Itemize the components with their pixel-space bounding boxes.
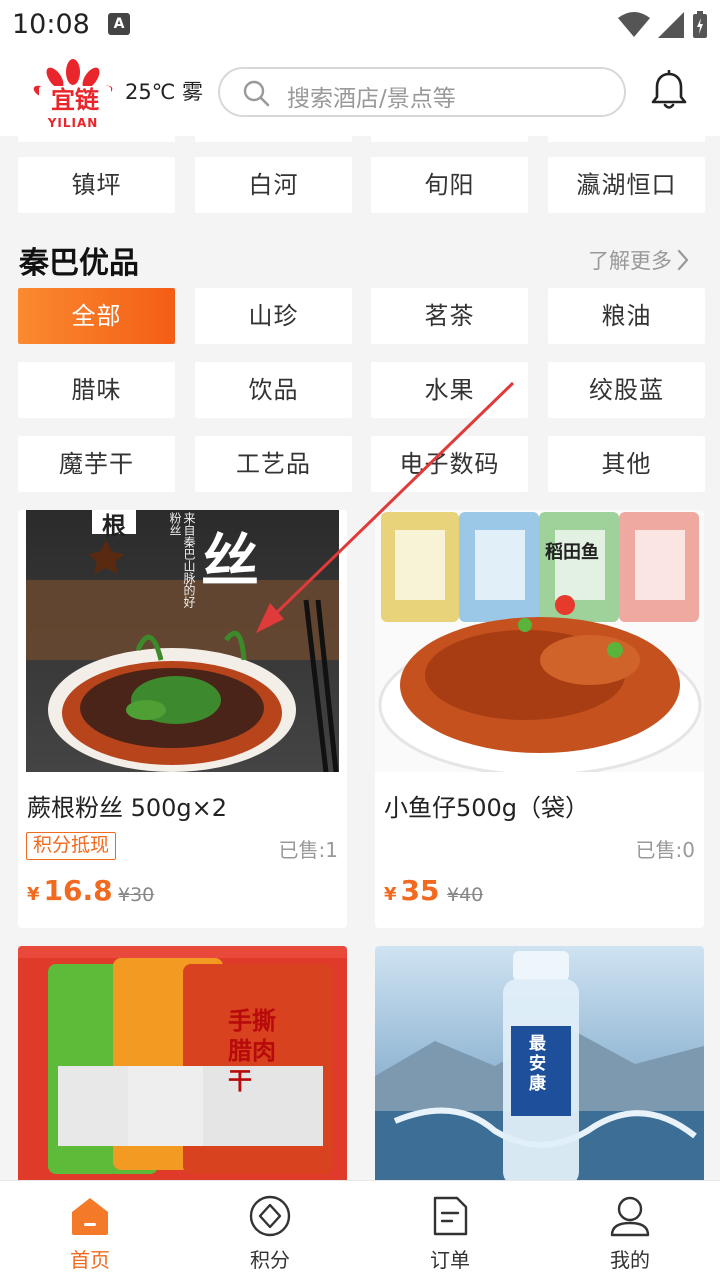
product-card[interactable]: 最安康 (375, 946, 704, 1186)
notification-icon: A (108, 13, 130, 35)
category-chip[interactable]: 茗茶 (371, 288, 528, 344)
nav-profile-label: 我的 (610, 1248, 650, 1272)
logo-subtext: YILIAN (47, 116, 99, 130)
region-chip[interactable]: 白河 (195, 157, 352, 213)
nav-points[interactable]: 积分 (180, 1181, 360, 1280)
original-price: ¥30 (118, 884, 155, 906)
category-chip[interactable]: 粮油 (548, 288, 705, 344)
product-image: 手撕腊肉干 (18, 946, 347, 1186)
price-amount: 16.8 (43, 874, 113, 907)
product-image: 最安康 (375, 946, 704, 1186)
price-amount: 35 (400, 874, 440, 907)
sold-count: 已售:0 (635, 838, 695, 862)
category-chip[interactable]: 腊味 (18, 362, 175, 418)
app-logo[interactable]: 宜链 YILIAN (33, 56, 113, 132)
order-icon (433, 1196, 468, 1236)
sold-count: 已售:1 (278, 838, 338, 862)
nav-orders[interactable]: 订单 (360, 1181, 540, 1280)
currency-symbol: ¥ (27, 884, 40, 905)
battery-icon (693, 11, 707, 38)
more-link-label: 了解更多 (588, 249, 672, 273)
nav-home[interactable]: 首页 (0, 1181, 180, 1280)
bottle-brand: 最安康 (529, 1034, 546, 1094)
product-price: ¥16.8 (27, 874, 113, 907)
bell-icon[interactable] (650, 70, 688, 112)
chip-stub (195, 136, 352, 142)
region-chip[interactable]: 旬阳 (371, 157, 528, 213)
signal-icon (658, 12, 684, 38)
currency-symbol: ¥ (384, 884, 397, 905)
annotation-arrow (256, 381, 515, 633)
bottom-nav: 首页 积分 订单 我的 (0, 1180, 720, 1280)
nav-home-label: 首页 (70, 1248, 110, 1272)
package-brand: 手撕腊肉干 (228, 1007, 276, 1095)
more-link[interactable]: 了解更多 (588, 245, 690, 275)
category-chip[interactable]: 山珍 (195, 288, 352, 344)
status-time: 10:08 (12, 9, 90, 40)
weather-info: 25℃ 雾 (125, 80, 203, 104)
logo-text: 宜链 (39, 86, 111, 114)
product-name: 蕨根粉丝 500g×2 (27, 794, 228, 822)
chip-stub (548, 136, 705, 142)
package-brand: 稻田鱼 (545, 542, 599, 563)
region-chip[interactable]: 瀛湖恒口 (548, 157, 705, 213)
home-icon (72, 1198, 108, 1235)
category-chip[interactable]: 其他 (548, 436, 705, 492)
category-chip[interactable]: 魔芋干 (18, 436, 175, 492)
image-caption-corner: 根 (92, 510, 136, 540)
chip-stub (371, 136, 528, 142)
product-name: 小鱼仔500g（袋） (384, 794, 590, 822)
status-bar: 10:08 A (0, 0, 720, 50)
image-caption-side: 来自秦巴山脉的好粉丝 (168, 512, 196, 608)
points-badge: 积分抵现 (26, 832, 117, 860)
category-chip[interactable]: 绞股蓝 (548, 362, 705, 418)
search-input[interactable]: 搜索酒店/景点等 (218, 67, 626, 117)
points-icon (249, 1195, 291, 1237)
section-title: 秦巴优品 (19, 246, 139, 281)
region-chip[interactable]: 镇坪 (18, 157, 175, 213)
chip-stub (18, 136, 175, 142)
nav-points-label: 积分 (250, 1248, 290, 1272)
search-icon (243, 80, 270, 107)
chevron-right-icon (677, 249, 689, 271)
wifi-icon (618, 12, 650, 37)
product-card[interactable]: 手撕腊肉干 (18, 946, 347, 1186)
nav-profile[interactable]: 我的 (540, 1181, 720, 1280)
app-header: 宜链 YILIAN 25℃ 雾 搜索酒店/景点等 (0, 50, 720, 136)
category-chip-all[interactable]: 全部 (18, 288, 175, 344)
original-price: ¥40 (447, 884, 484, 906)
product-price: ¥35 (384, 874, 440, 907)
search-placeholder: 搜索酒店/景点等 (287, 86, 456, 112)
nav-orders-label: 订单 (430, 1248, 470, 1272)
profile-icon (610, 1196, 650, 1237)
